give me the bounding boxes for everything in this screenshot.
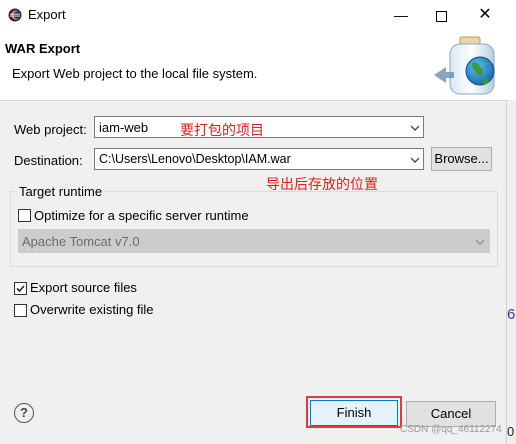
- cancel-label: Cancel: [430, 406, 472, 421]
- destination-value: C:\Users\Lenovo\Desktop\IAM.war: [99, 152, 291, 166]
- finish-highlight-box: [306, 396, 402, 428]
- background-edge-text-bottom: 0: [507, 424, 515, 439]
- background-window-edge: [506, 100, 516, 444]
- browse-button[interactable]: Browse...: [431, 147, 492, 171]
- maximize-button[interactable]: [418, 0, 464, 30]
- browse-label: Browse...: [434, 151, 489, 166]
- war-export-icon: [434, 36, 495, 95]
- chevron-down-icon: [476, 239, 484, 245]
- overwrite-label: Overwrite existing file: [30, 302, 154, 317]
- close-icon: ✕: [478, 6, 492, 23]
- title-bar: Export — ✕: [0, 0, 516, 30]
- export-source-checkbox[interactable]: [14, 282, 27, 295]
- target-runtime-title: Target runtime: [17, 184, 105, 199]
- help-icon: ?: [20, 405, 28, 420]
- watermark: CSDN @qq_46112274: [400, 424, 502, 435]
- window-title: Export: [28, 7, 66, 22]
- web-project-label: Web project:: [14, 122, 87, 137]
- minimize-icon: —: [394, 7, 408, 23]
- destination-combo[interactable]: C:\Users\Lenovo\Desktop\IAM.war: [94, 148, 424, 170]
- wizard-banner: WAR Export Export Web project to the loc…: [0, 30, 516, 101]
- eclipse-icon: [8, 8, 22, 22]
- runtime-value: Apache Tomcat v7.0: [22, 234, 140, 249]
- help-button[interactable]: ?: [14, 403, 34, 423]
- wizard-title: WAR Export: [5, 41, 81, 56]
- checkmark-icon: [16, 285, 25, 293]
- export-source-label: Export source files: [30, 280, 137, 295]
- background-edge-text: 6: [507, 306, 516, 323]
- chevron-down-icon: [411, 125, 419, 131]
- maximize-icon: [435, 10, 447, 22]
- optimize-checkbox[interactable]: [18, 209, 31, 222]
- wizard-description: Export Web project to the local file sys…: [12, 66, 258, 81]
- overwrite-checkbox[interactable]: [14, 304, 27, 317]
- close-button[interactable]: ✕: [462, 0, 508, 30]
- runtime-combo: Apache Tomcat v7.0: [18, 229, 490, 253]
- destination-label: Destination:: [14, 153, 83, 168]
- web-project-annotation: 要打包的项目: [180, 122, 264, 138]
- optimize-label: Optimize for a specific server runtime: [34, 208, 249, 223]
- chevron-down-icon: [411, 157, 419, 163]
- web-project-value: iam-web: [99, 120, 149, 135]
